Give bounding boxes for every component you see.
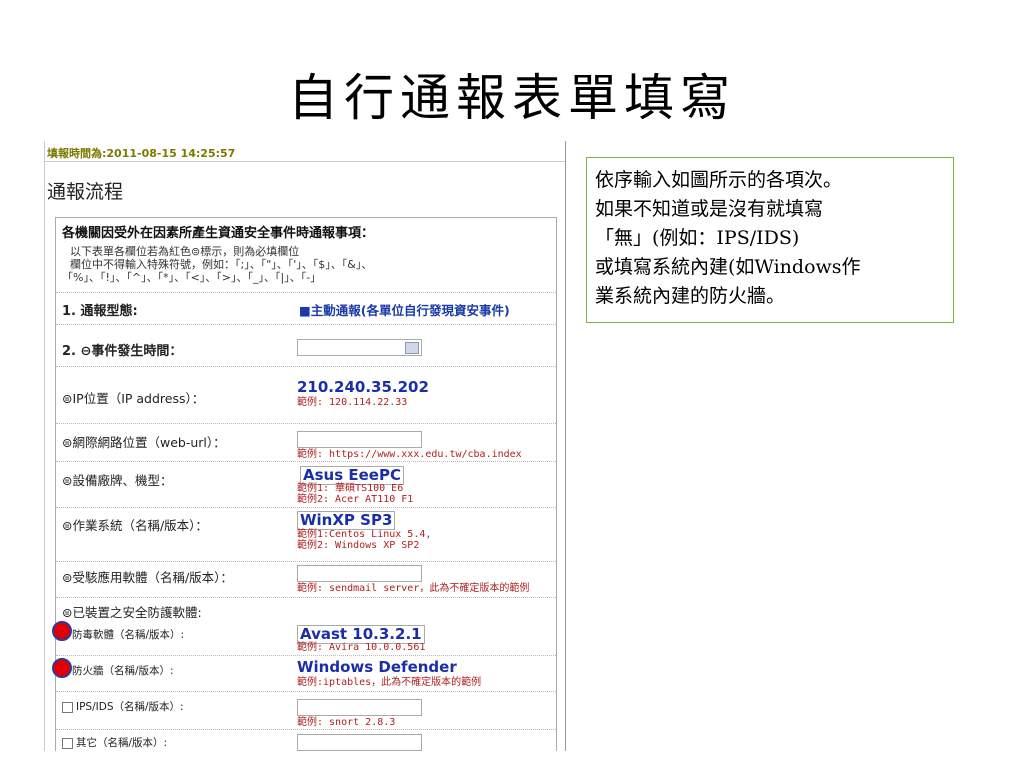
- calendar-icon[interactable]: [405, 342, 419, 354]
- antivirus-example: 範例: Avira 10.0.0.561: [297, 642, 426, 653]
- notice-line: 「%」、「!」、「^」、「*」、「<」、「>」、「_」、「|」、「-」: [62, 271, 322, 284]
- slide-title: 自行通報表單填寫: [288, 69, 736, 127]
- other-checkbox[interactable]: [62, 737, 73, 749]
- firewall-label: 防火牆（名稱/版本）:: [72, 665, 174, 677]
- firewall-example: 範例:iptables，此為不確定版本的範例: [297, 677, 482, 688]
- device-row: ⊜設備廠牌、機型： Asus EeePC 範例1: 華碩TS100 E6 範例2…: [56, 461, 556, 508]
- antivirus-row: 防毒軟體（名稱/版本）: Avast 10.3.2.1 範例: Avira 10…: [52, 619, 556, 656]
- ips-checkbox[interactable]: [62, 701, 73, 713]
- ips-label-wrap: IPS/IDS（名稱/版本）:: [62, 699, 184, 714]
- report-type-row: 1. 通報型態: ■主動通報(各單位自行發現資安事件): [56, 292, 556, 325]
- ips-label: IPS/IDS（名稱/版本）:: [76, 701, 184, 713]
- web-url-row: ⊜網際網路位置（web-url）： 範例: https://www.xxx.ed…: [56, 423, 556, 462]
- device-label: ⊜設備廠牌、機型：: [62, 473, 173, 488]
- notice-box: 各機關因受外在因素所產生資通安全事件時通報事項： 以下表單各欄位若為紅色⊜標示，…: [56, 218, 556, 293]
- note-line: 依序輸入如圖所示的各項次。: [595, 169, 843, 191]
- note-line: 業系統內建的防火牆。: [595, 285, 786, 307]
- other-input[interactable]: [297, 734, 422, 751]
- other-label-wrap: 其它（名稱/版本）:: [62, 735, 167, 750]
- security-sw-row: ⊜已裝置之安全防護軟體:: [56, 597, 556, 620]
- note-line: 或填寫系統內建(如Windows作: [595, 256, 861, 278]
- ips-row: IPS/IDS（名稱/版本）: 範例: snort 2.8.3: [56, 691, 556, 730]
- os-row: ⊜作業系統（名稱/版本）： WinXP SP3 範例1:Centos Linux…: [56, 507, 556, 562]
- note-line: 「無」(例如：IPS/IDS): [595, 227, 800, 249]
- fill-time: 填報時間為:2011-08-15 14:25:57: [47, 147, 236, 160]
- event-time-label: 2. ⊖事件發生時間：: [62, 344, 183, 359]
- web-url-label: ⊜網際網路位置（web-url）：: [62, 435, 226, 450]
- ip-row: ⊜IP位置（IP address）： 210.240.35.202 範例: 12…: [56, 373, 556, 424]
- other-label: 其它（名稱/版本）:: [76, 737, 168, 749]
- report-type-label: 1. 通報型態:: [62, 304, 138, 319]
- os-example-2: 範例2: Windows XP SP2: [297, 540, 420, 551]
- section-heading: 通報流程: [47, 181, 124, 203]
- report-type-value: ■主動通報(各單位自行發現資安事件): [299, 303, 510, 318]
- firewall-row: 防火牆（名稱/版本）: Windows Defender 範例:iptables…: [52, 655, 556, 692]
- notice-line: 以下表單各欄位若為紅色⊜標示，則為必填欄位: [70, 245, 300, 258]
- note-line: 如果不知道或是沒有就填寫: [595, 198, 824, 220]
- ips-input[interactable]: [297, 699, 422, 716]
- report-form: 各機關因受外在因素所產生資通安全事件時通報事項： 以下表單各欄位若為紅色⊜標示，…: [52, 217, 557, 751]
- web-url-example: 範例: https://www.xxx.edu.tw/cba.index: [297, 449, 522, 460]
- other-row: 其它（名稱/版本）:: [56, 729, 556, 751]
- ip-input[interactable]: 210.240.35.202: [297, 379, 429, 396]
- os-example-1: 範例1:Centos Linux 5.4,: [297, 529, 432, 540]
- notice-title: 各機關因受外在因素所產生資通安全事件時通報事項：: [62, 226, 375, 241]
- os-input[interactable]: WinXP SP3: [297, 511, 396, 530]
- web-url-input[interactable]: [297, 431, 422, 448]
- divider: [45, 161, 565, 162]
- device-example-1: 範例1: 華碩TS100 E6: [297, 483, 404, 494]
- device-example-2: 範例2: Acer AT110 F1: [297, 494, 414, 505]
- app-example: 範例: sendmail server，此為不確定版本的範例: [297, 583, 530, 594]
- app-label: ⊜受駭應用軟體（名稱/版本）：: [62, 570, 233, 585]
- app-input[interactable]: [297, 565, 422, 582]
- event-time-row: 2. ⊖事件發生時間：: [56, 330, 556, 367]
- form-screenshot: 填報時間為:2011-08-15 14:25:57 通報流程 各機關因受外在因素…: [44, 141, 566, 751]
- instruction-note: 依序輸入如圖所示的各項次。 如果不知道或是沒有就填寫 「無」(例如：IPS/ID…: [586, 157, 954, 323]
- ip-example: 範例: 120.114.22.33: [297, 397, 408, 408]
- marker-icon: [52, 658, 72, 678]
- event-time-field[interactable]: [297, 339, 422, 356]
- notice-line: 欄位中不得輸入特殊符號，例如：「;」、「"」、「'」、「$」、「&」、: [70, 258, 373, 271]
- marker-icon: [52, 621, 72, 641]
- os-label: ⊜作業系統（名稱/版本）：: [62, 518, 208, 533]
- firewall-input[interactable]: Windows Defender: [297, 659, 457, 676]
- app-row: ⊜受駭應用軟體（名稱/版本）： 範例: sendmail server，此為不確…: [56, 561, 556, 598]
- ips-example: 範例: snort 2.8.3: [297, 717, 396, 728]
- ip-label: ⊜IP位置（IP address）：: [62, 391, 205, 406]
- antivirus-label: 防毒軟體（名稱/版本）:: [72, 629, 185, 641]
